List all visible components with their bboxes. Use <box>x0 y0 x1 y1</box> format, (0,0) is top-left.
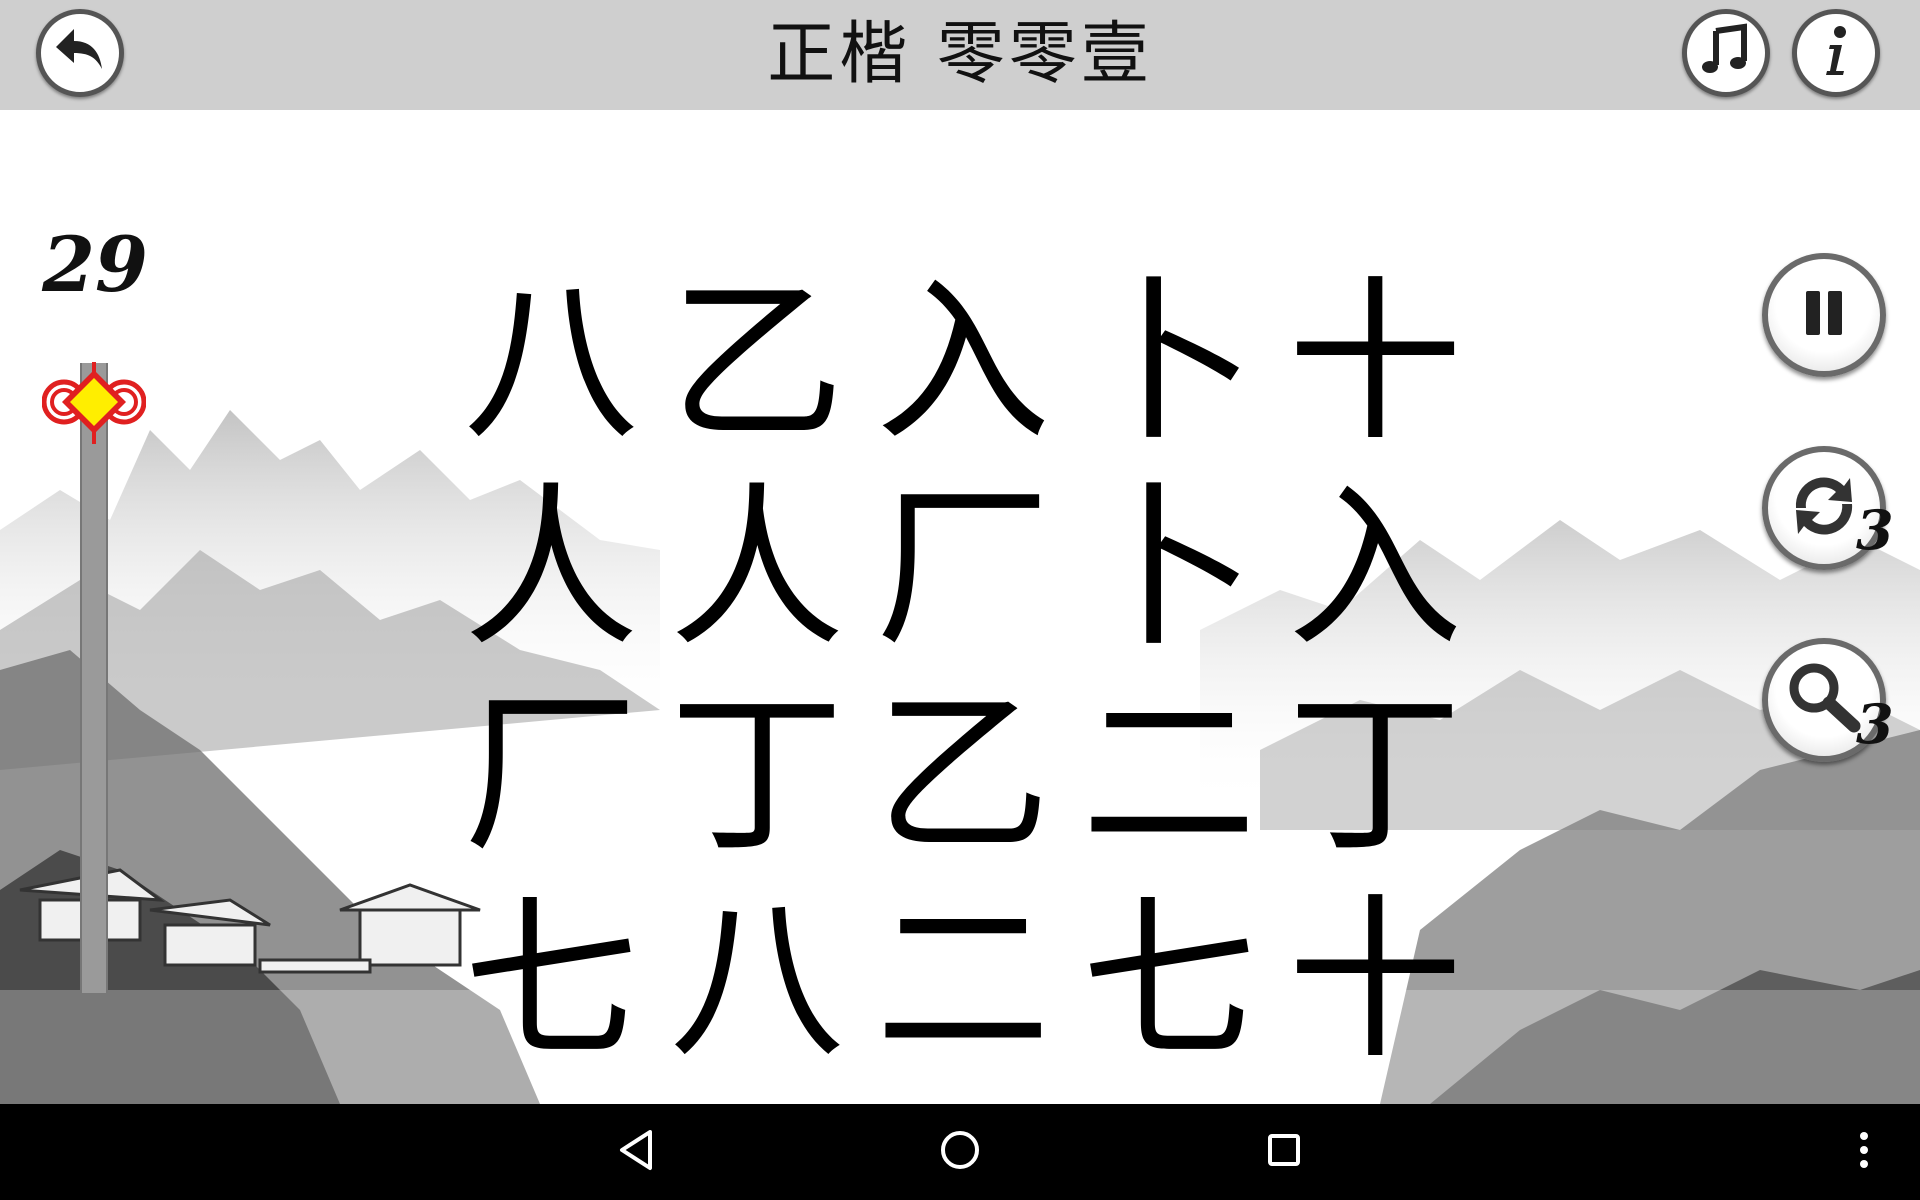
music-note-icon <box>1696 21 1756 85</box>
character-tile[interactable]: 入 <box>1272 466 1478 672</box>
magnifier-icon <box>1782 656 1866 744</box>
refresh-icon <box>1782 464 1866 552</box>
game-scene: 29 八乙入卜十人人厂卜入厂丁乙二丁七八二七十 3 3 <box>0 110 1920 1104</box>
character-tile[interactable]: 八 <box>654 878 860 1084</box>
character-tile[interactable]: 乙 <box>654 260 860 466</box>
square-recents-icon <box>1264 1130 1304 1174</box>
page-title: 正楷 零零壹 <box>767 15 1153 94</box>
character-tile[interactable]: 入 <box>860 260 1066 466</box>
character-tile[interactable]: 二 <box>860 878 1066 1084</box>
info-button[interactable] <box>1792 9 1880 97</box>
vertical-dots-icon <box>1858 1130 1870 1174</box>
character-tile[interactable]: 厂 <box>860 466 1066 672</box>
character-tile[interactable]: 厂 <box>448 672 654 878</box>
character-tile[interactable]: 七 <box>448 878 654 1084</box>
character-tile[interactable]: 卜 <box>1066 466 1272 672</box>
hint-count: 3 <box>1856 692 1894 756</box>
nav-recents-button[interactable] <box>1248 1104 1320 1200</box>
info-icon <box>1806 21 1866 85</box>
nav-back-button[interactable] <box>600 1104 672 1200</box>
character-tile[interactable]: 八 <box>448 260 654 466</box>
character-tile[interactable]: 十 <box>1272 260 1478 466</box>
system-navigation-bar <box>0 1104 1920 1200</box>
character-tile[interactable]: 七 <box>1066 878 1272 1084</box>
chinese-knot-icon <box>41 362 147 448</box>
nav-overflow-menu[interactable] <box>1846 1104 1882 1200</box>
triangle-back-icon <box>616 1128 656 1176</box>
character-tile[interactable]: 十 <box>1272 878 1478 1084</box>
pause-button[interactable] <box>1762 253 1886 377</box>
nav-home-button[interactable] <box>924 1104 996 1200</box>
top-bar: 正楷 零零壹 <box>0 0 1920 110</box>
character-tile[interactable]: 人 <box>448 466 654 672</box>
character-tile[interactable]: 二 <box>1066 672 1272 878</box>
time-counter: 29 <box>42 220 148 309</box>
circle-home-icon <box>938 1128 982 1176</box>
character-tile[interactable]: 人 <box>654 466 860 672</box>
character-grid: 八乙入卜十人人厂卜入厂丁乙二丁七八二七十 <box>448 260 1478 1084</box>
back-button[interactable] <box>36 9 124 97</box>
back-arrow-icon <box>50 21 110 85</box>
character-tile[interactable]: 丁 <box>1272 672 1478 878</box>
character-tile[interactable]: 卜 <box>1066 260 1272 466</box>
timer-bar <box>80 363 108 993</box>
shuffle-count: 3 <box>1856 498 1894 562</box>
character-tile[interactable]: 乙 <box>860 672 1066 878</box>
music-button[interactable] <box>1682 9 1770 97</box>
pause-icon <box>1794 283 1854 347</box>
character-tile[interactable]: 丁 <box>654 672 860 878</box>
